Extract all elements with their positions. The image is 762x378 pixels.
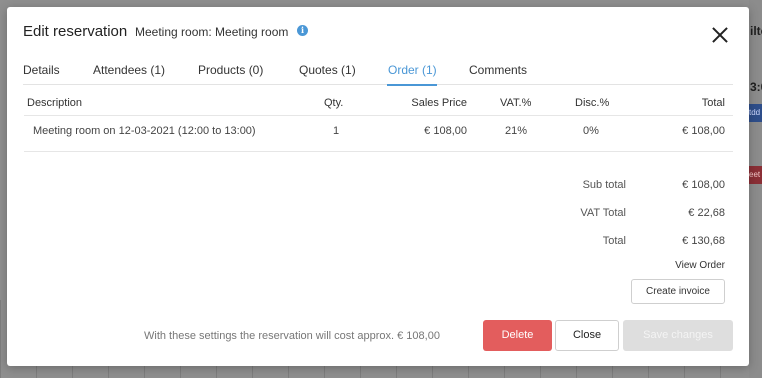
grand-total-label: Total [602,235,626,247]
tab-bar: Details Attendees (1) Products (0) Quote… [23,61,733,86]
grand-total-value: € 130,68 [682,235,725,247]
close-icon[interactable] [712,27,728,43]
cell-total: € 108,00 [682,125,725,137]
create-invoice-button[interactable]: Create invoice [631,279,725,304]
vat-total-label: VAT Total [580,207,626,219]
tab-products[interactable]: Products (0) [198,63,263,77]
header-divider [24,115,733,116]
edit-reservation-dialog: Edit reservation Meeting room: Meeting r… [7,7,749,366]
column-header-vat: VAT.% [500,97,532,109]
active-tab-indicator [387,84,437,86]
tab-attendees[interactable]: Attendees (1) [93,63,165,77]
dialog-subtitle: Meeting room: Meeting room [135,25,289,39]
info-icon[interactable]: i [297,25,308,36]
cell-discount: 0% [583,125,599,137]
column-header-qty: Qty. [324,97,344,109]
cost-estimate-note: With these settings the reservation will… [144,330,440,342]
dialog-title: Edit reservation [23,23,128,40]
tab-comments[interactable]: Comments [469,63,527,77]
cell-qty: 1 [333,125,340,137]
save-changes-button[interactable]: Save changes [623,320,733,351]
cell-vat: 21% [505,125,528,137]
dialog-header: Edit reservation Meeting room: Meeting r… [7,7,749,57]
cell-description: Meeting room on 12-03-2021 (12:00 to 13:… [33,125,256,137]
background-event-chip: tdd [749,104,762,122]
tab-details[interactable]: Details [23,63,60,77]
column-header-description: Description [27,97,83,109]
background-right-strip [749,0,762,378]
sub-total-label: Sub total [582,179,626,191]
background-partial-text: ilte [750,24,762,38]
view-order-link[interactable]: View Order [647,260,725,271]
delete-button[interactable]: Delete [483,320,552,351]
background-event-chip: eet [749,166,762,184]
cell-sales-price: € 108,00 [424,125,467,137]
column-header-total: Total [701,97,725,109]
column-header-sales-price: Sales Price [411,97,467,109]
tab-quotes[interactable]: Quotes (1) [299,63,356,77]
tab-order[interactable]: Order (1) [388,63,437,77]
vat-total-value: € 22,68 [688,207,725,219]
background-partial-time: 3:0 [750,80,762,94]
row-divider [24,151,733,152]
column-header-discount: Disc.% [575,97,610,109]
close-button[interactable]: Close [555,320,619,351]
sub-total-value: € 108,00 [682,179,725,191]
